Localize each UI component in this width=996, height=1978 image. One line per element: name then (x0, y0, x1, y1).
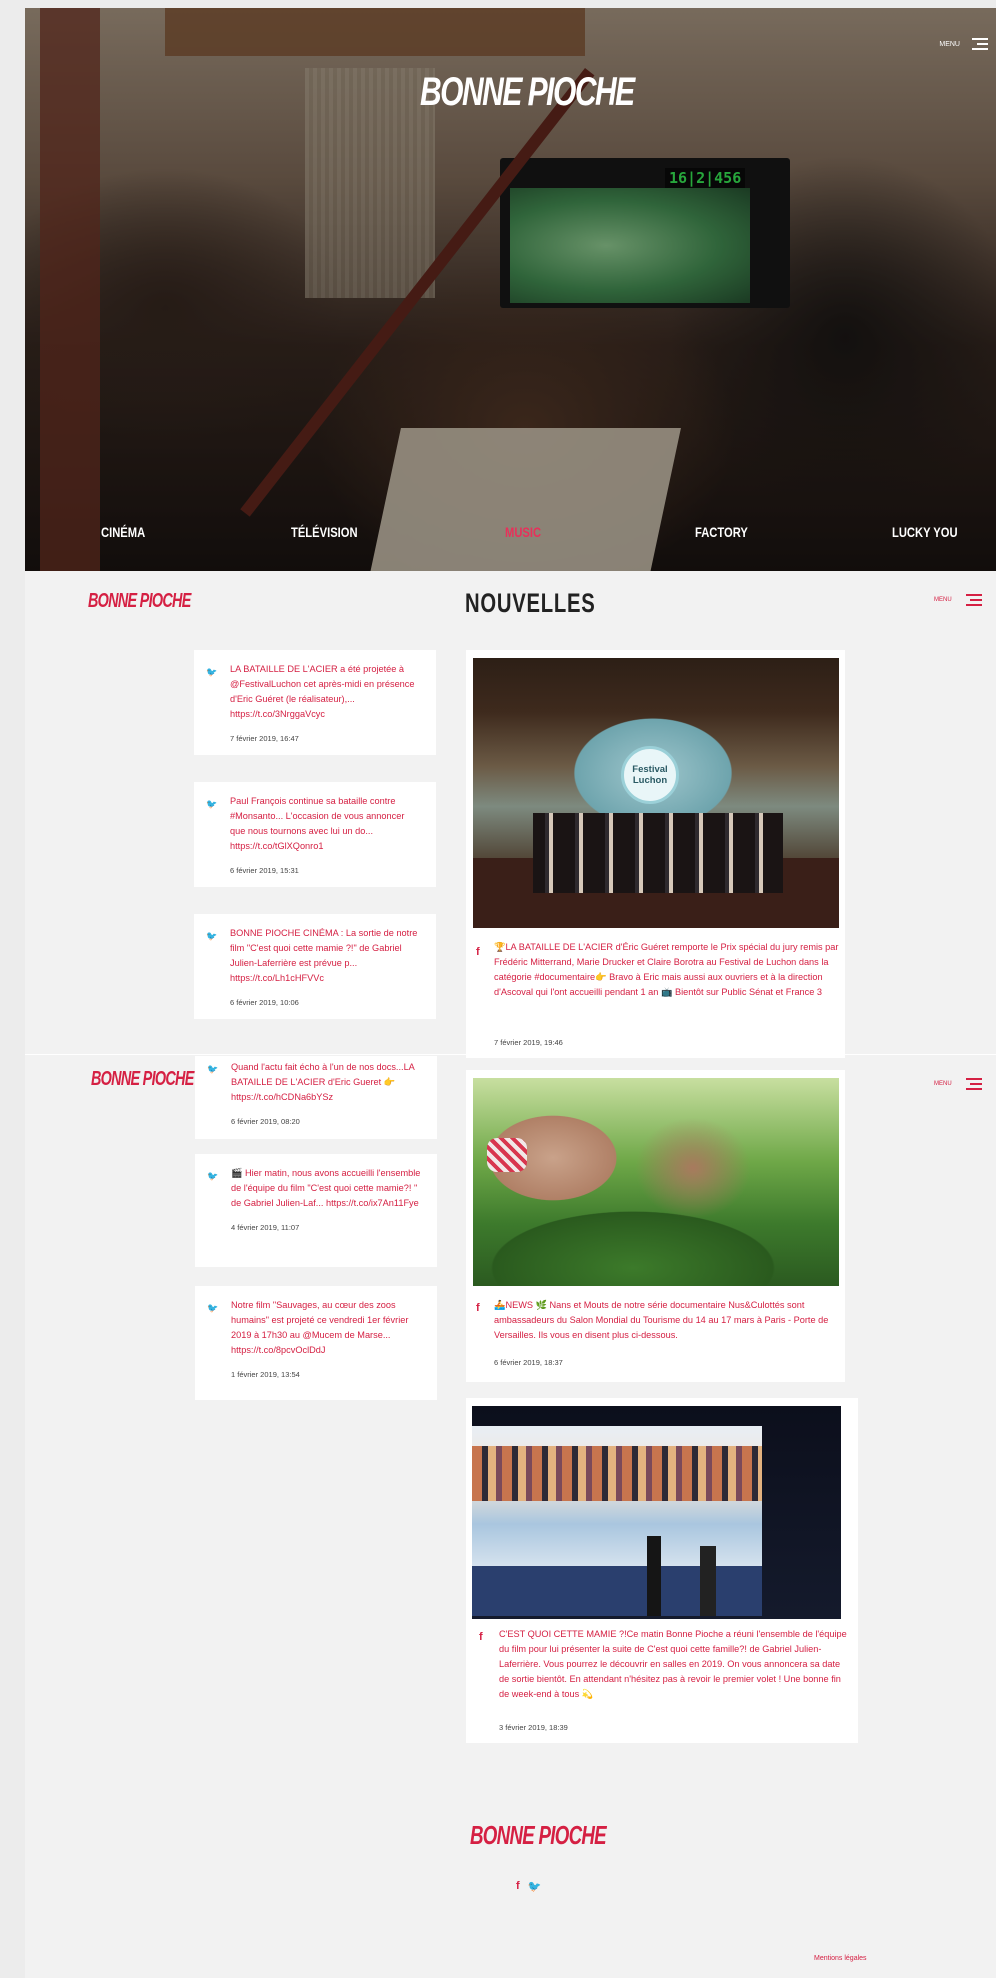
festival-badge: Festival Luchon (621, 746, 679, 804)
nav-television[interactable]: TÉLÉVISION (291, 524, 358, 540)
tweet-text: LA BATAILLE DE L'ACIER a été projetée à … (230, 664, 415, 719)
twitter-icon: 🐦 (206, 667, 218, 677)
hamburger-icon (965, 594, 982, 606)
footer-logo[interactable]: BONNE PIOCHE (470, 1820, 607, 1851)
facebook-post-card[interactable]: f C'EST QUOI CETTE MAMIE ?!Ce matin Bonn… (466, 1398, 858, 1743)
facebook-icon: f (479, 1631, 483, 1643)
facebook-post-card[interactable]: Festival Luchon f 🏆LA BATAILLE DE L'ACIE… (466, 650, 845, 1058)
premiere-photo (472, 1406, 841, 1619)
hamburger-icon (972, 38, 988, 50)
twitter-icon: 🐦 (206, 799, 218, 809)
tweet-card[interactable]: 🐦 🎬 Hier matin, nous avons accueilli l'e… (195, 1154, 437, 1267)
brand-logo[interactable]: BONNE PIOCHE (88, 590, 191, 613)
brand-logo-sticky[interactable]: BONNE PIOCHE (91, 1068, 194, 1091)
tweet-card[interactable]: 🐦 LA BATAILLE DE L'ACIER a été projetée … (194, 650, 436, 755)
post-text: 🏆LA BATAILLE DE L'ACIER d'Éric Guéret re… (494, 942, 839, 997)
tweet-text: 🎬 Hier matin, nous avons accueilli l'ens… (231, 1168, 421, 1208)
twitter-icon: 🐦 (207, 1303, 219, 1313)
hero-banner: 16|2|456 BONNE PIOCHE MENU CINÉMA TÉLÉVI… (25, 8, 996, 571)
social-links: f 🐦 (516, 1880, 541, 1893)
tweet-date: 6 février 2019, 15:31 (230, 866, 299, 875)
tweet-card[interactable]: 🐦 BONNE PIOCHE CINÉMA : La sortie de not… (194, 914, 436, 1019)
section-title: NOUVELLES (465, 588, 596, 618)
facebook-icon: f (476, 946, 480, 958)
nav-lucky-you[interactable]: LUCKY YOU (892, 524, 958, 540)
post-date: 3 février 2019, 18:39 (499, 1723, 568, 1732)
tweet-date: 7 février 2019, 16:47 (230, 734, 299, 743)
post-text: 🚣NEWS 🌿 Nans et Mouts de notre série doc… (494, 1300, 829, 1340)
facebook-icon: f (476, 1302, 480, 1314)
twitter-icon: 🐦 (207, 1171, 219, 1181)
tweet-text: Notre film "Sauvages, au cœur des zoos h… (231, 1300, 409, 1355)
twitter-icon: 🐦 (207, 1064, 219, 1074)
legal-link[interactable]: Mentions légales (814, 1955, 867, 1962)
tweet-card[interactable]: 🐦 Quand l'actu fait écho à l'un de nos d… (195, 1056, 437, 1139)
twitter-icon: 🐦 (206, 931, 218, 941)
nav-factory[interactable]: FACTORY (695, 524, 748, 540)
hero-logo[interactable]: BONNE PIOCHE (420, 70, 635, 115)
nav-cinema[interactable]: CINÉMA (101, 524, 145, 540)
nature-photo (473, 1078, 839, 1286)
tweet-card[interactable]: 🐦 Paul François continue sa bataille con… (194, 782, 436, 887)
menu-label: MENU (939, 40, 960, 48)
tweet-text: BONNE PIOCHE CINÉMA : La sortie de notre… (230, 928, 418, 983)
hamburger-icon (965, 1078, 982, 1090)
post-text: C'EST QUOI CETTE MAMIE ?!Ce matin Bonne … (499, 1629, 847, 1699)
tweet-date: 6 février 2019, 10:06 (230, 998, 299, 1007)
facebook-icon[interactable]: f (516, 1880, 520, 1893)
hero-menu-button[interactable]: MENU (939, 38, 988, 50)
tweet-text: Paul François continue sa bataille contr… (230, 796, 405, 851)
facebook-post-card[interactable]: f 🚣NEWS 🌿 Nans et Mouts de notre série d… (466, 1070, 845, 1382)
nav-music[interactable]: MUSIC (505, 524, 541, 540)
tweet-date: 4 février 2019, 11:07 (231, 1223, 300, 1232)
twitter-icon[interactable]: 🐦 (528, 1880, 542, 1893)
page: 16|2|456 BONNE PIOCHE MENU CINÉMA TÉLÉVI… (25, 8, 996, 1978)
hero-nav: CINÉMA TÉLÉVISION MUSIC FACTORY LUCKY YO… (25, 524, 996, 548)
tweet-date: 1 février 2019, 13:54 (231, 1370, 300, 1379)
menu-label: MENU (934, 1081, 952, 1087)
tweet-card[interactable]: 🐦 Notre film "Sauvages, au cœur des zoos… (195, 1286, 437, 1400)
menu-button-sticky[interactable]: MENU (934, 1078, 982, 1090)
tweet-text: Quand l'actu fait écho à l'un de nos doc… (231, 1062, 415, 1102)
tweet-date: 6 février 2019, 08:20 (231, 1117, 300, 1126)
festival-photo: Festival Luchon (473, 658, 839, 928)
menu-button[interactable]: MENU (934, 594, 982, 606)
post-date: 7 février 2019, 19:46 (494, 1038, 563, 1047)
menu-label: MENU (934, 597, 952, 603)
post-date: 6 février 2019, 18:37 (494, 1358, 563, 1367)
